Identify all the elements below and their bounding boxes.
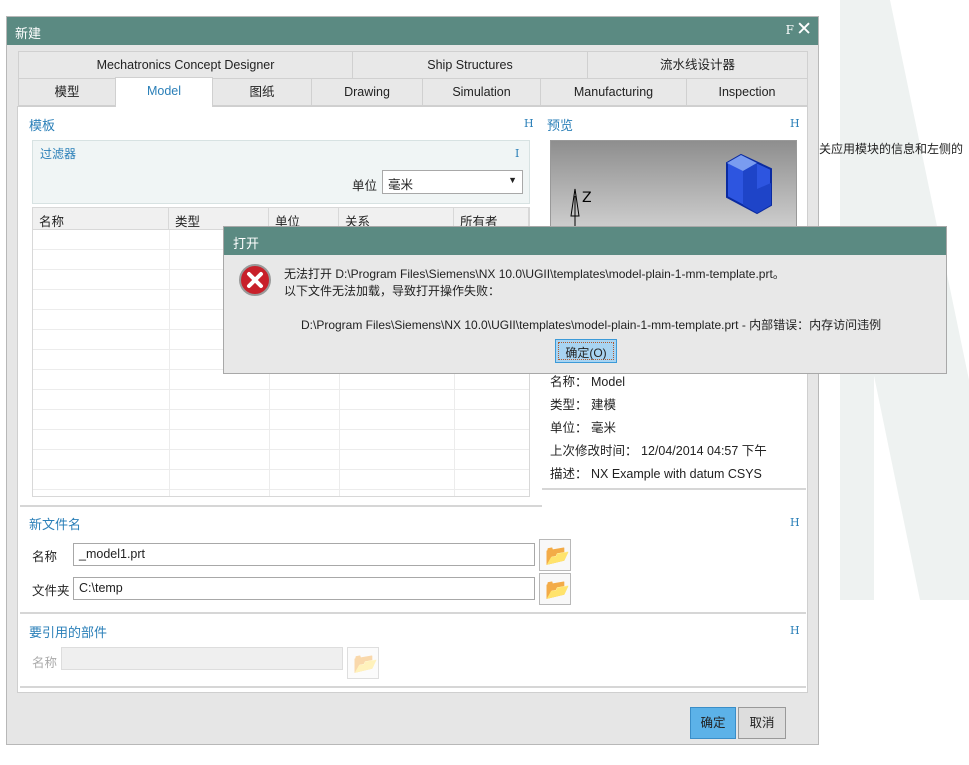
property-line: 单位： 毫米	[550, 417, 616, 436]
collapse-icon[interactable]: I	[515, 147, 519, 160]
title-bar[interactable]: 新建 F ✕	[7, 17, 818, 45]
error-icon	[239, 264, 271, 296]
filter-group: 过滤器 I 单位 毫米 ▼	[32, 140, 530, 204]
browse-folder-button[interactable]: 📂	[539, 573, 571, 605]
property-label: 上次修改时间：	[550, 444, 638, 458]
collapse-icon[interactable]: H	[790, 516, 800, 529]
name-label: 名称	[32, 550, 58, 564]
property-label: 类型：	[550, 398, 588, 412]
property-label: 描述：	[550, 467, 588, 481]
new-dialog: 新建 F ✕ Mechatronics Concept Designer Shi…	[6, 16, 819, 745]
ref-name-input[interactable]	[61, 647, 343, 670]
browse-ref-button[interactable]: 📂	[347, 647, 379, 679]
property-label: 名称：	[550, 375, 588, 389]
tab-model[interactable]: Model	[115, 77, 213, 107]
axis-label: Z	[582, 190, 592, 206]
cancel-button[interactable]: 取消	[738, 707, 786, 739]
tab-inspection[interactable]: Inspection	[686, 78, 808, 106]
dialog-title: 新建	[15, 26, 42, 41]
error-title-bar[interactable]: 打开	[224, 227, 946, 255]
tab-mechatronics[interactable]: Mechatronics Concept Designer	[18, 51, 353, 79]
tab-simulation[interactable]: Simulation	[422, 78, 541, 106]
error-message-2: 以下文件无法加载，导致打开操作失败：	[284, 284, 501, 298]
folder-input[interactable]: C:\temp	[73, 577, 535, 600]
property-value: 建模	[591, 398, 617, 412]
pin-icon[interactable]: F	[786, 23, 794, 37]
filter-title[interactable]: 过滤器	[40, 145, 76, 162]
error-ok-button[interactable]: 确定(O)	[555, 339, 617, 363]
tab-line-designer[interactable]: 流水线设计器	[587, 51, 808, 79]
collapse-icon[interactable]: H	[790, 117, 800, 130]
col-name[interactable]: 名称	[33, 208, 169, 230]
browse-name-button[interactable]: 📂	[539, 539, 571, 571]
property-value: 12/04/2014 04:57 下午	[641, 444, 767, 458]
error-dialog: 打开 无法打开 D:\Program Files\Siemens\NX 10.0…	[223, 226, 947, 374]
tab-model-cn[interactable]: 模型	[18, 78, 116, 106]
property-line: 上次修改时间： 12/04/2014 04:57 下午	[550, 440, 767, 459]
error-ok-label: 确定(O)	[558, 342, 614, 360]
close-icon[interactable]: ✕	[796, 18, 812, 41]
error-message: 无法打开 D:\Program Files\Siemens\NX 10.0\UG…	[284, 267, 785, 281]
new-file-section-title[interactable]: 新文件名	[29, 514, 81, 533]
part-preview-icon: Z	[570, 153, 772, 231]
property-line: 描述： NX Example with datum CSYS	[550, 463, 762, 482]
chevron-down-icon: ▼	[508, 175, 517, 185]
property-label: 单位：	[550, 421, 588, 435]
tab-content: 模板 H 过滤器 I 单位 毫米 ▼ 名称 类型 单位 关系 所有者 预览 H …	[17, 106, 808, 693]
error-title: 打开	[233, 236, 260, 251]
folder-label: 文件夹	[32, 584, 70, 598]
folder-icon: 📂	[353, 653, 378, 675]
folder-icon: 📂	[545, 579, 570, 601]
property-line: 类型： 建模	[550, 394, 616, 413]
unit-select[interactable]: 毫米 ▼	[382, 170, 523, 194]
tab-ship-structures[interactable]: Ship Structures	[352, 51, 588, 79]
ref-name-label: 名称	[32, 656, 58, 670]
error-detail: D:\Program Files\Siemens\NX 10.0\UGII\te…	[301, 318, 882, 332]
property-value: Model	[591, 375, 626, 389]
property-value: NX Example with datum CSYS	[591, 467, 762, 481]
ref-part-section-title[interactable]: 要引用的部件	[29, 622, 107, 641]
tab-drawing[interactable]: Drawing	[311, 78, 423, 106]
property-value: 毫米	[591, 421, 617, 435]
tab-manufacturing[interactable]: Manufacturing	[540, 78, 687, 106]
collapse-icon[interactable]: H	[790, 624, 800, 637]
preview-image: Z	[550, 140, 797, 232]
folder-icon: 📂	[545, 545, 570, 567]
unit-value: 毫米	[388, 178, 414, 192]
collapse-icon[interactable]: H	[524, 117, 534, 130]
tab-drawing-cn[interactable]: 图纸	[212, 78, 312, 106]
template-section-title[interactable]: 模板	[29, 115, 55, 134]
file-name-input[interactable]: _model1.prt	[73, 543, 535, 566]
preview-section-title[interactable]: 预览	[547, 115, 573, 134]
unit-label: 单位	[352, 179, 378, 193]
background-text: 关应用模块的信息和左侧的	[819, 142, 964, 156]
ok-button[interactable]: 确定	[690, 707, 736, 739]
